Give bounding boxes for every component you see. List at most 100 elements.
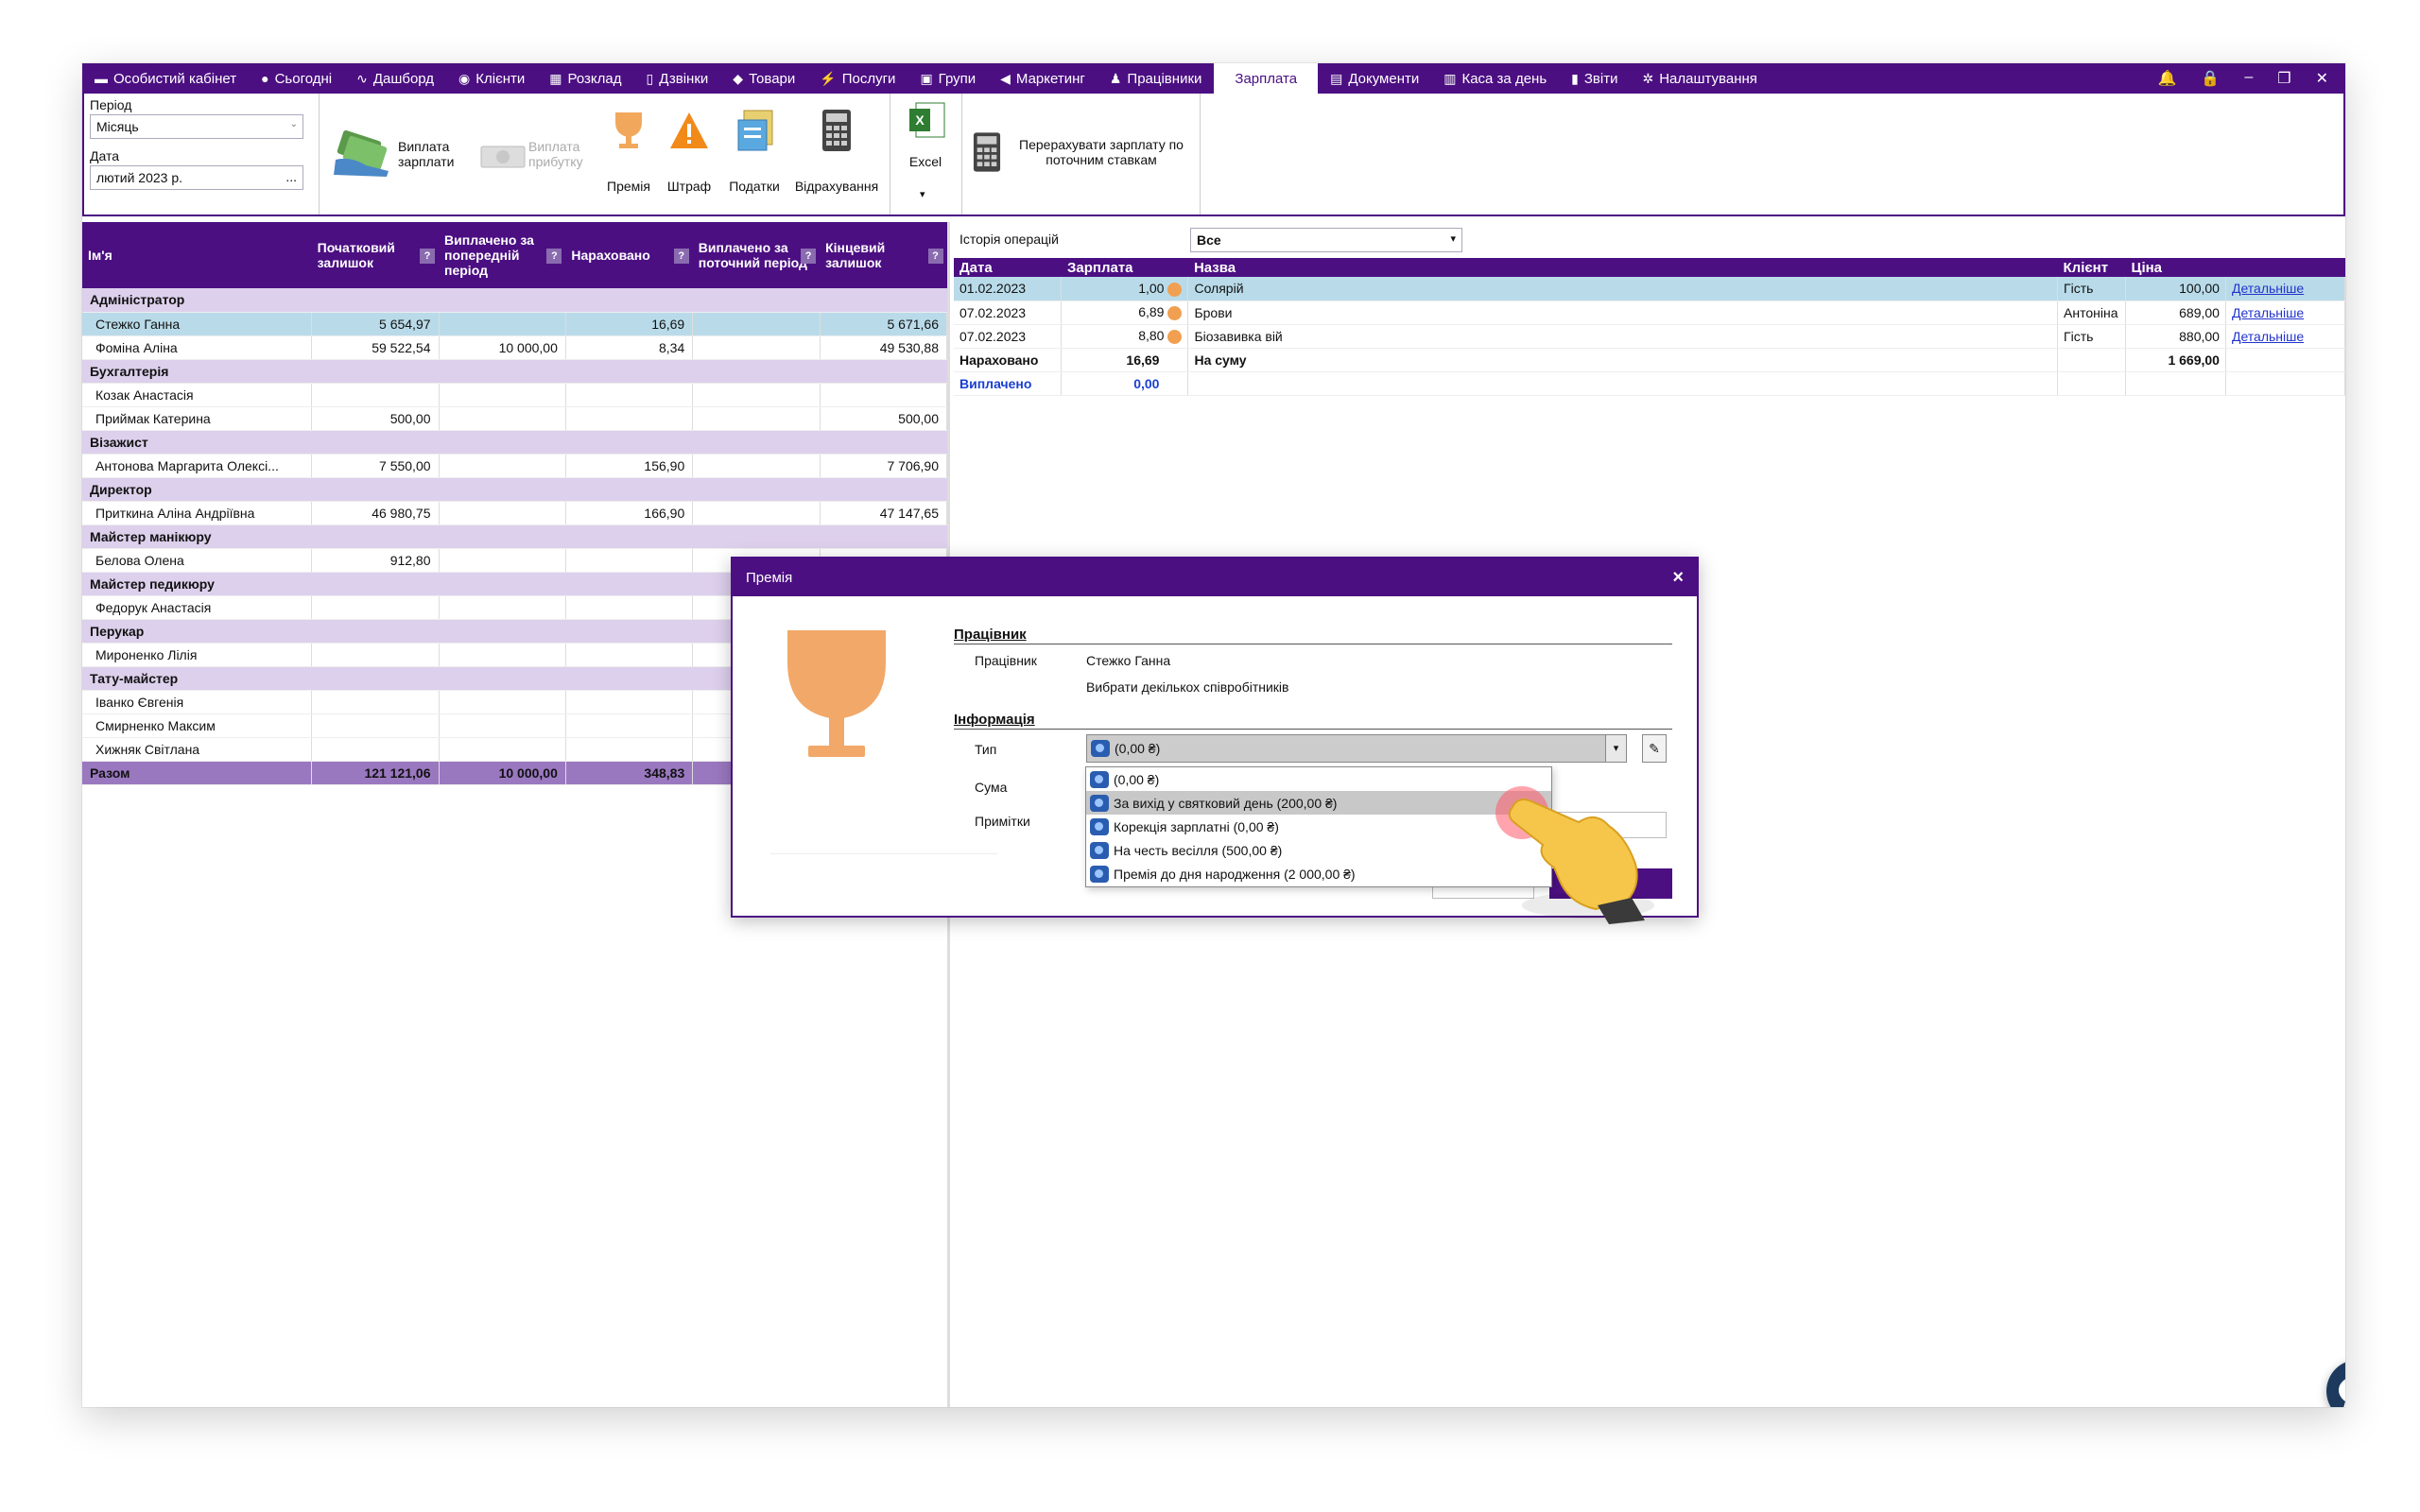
help-icon[interactable]: ?	[927, 249, 943, 264]
details-link[interactable]: Детальніше	[2232, 305, 2304, 320]
nav-item[interactable]: ▮ Звіти	[1559, 63, 1630, 94]
group-row[interactable]: Бухгалтерія	[82, 359, 947, 384]
nav-item[interactable]: ▣ Групи	[908, 63, 988, 94]
table-row[interactable]: Приймак Катерина 500,00 500,00	[82, 406, 948, 431]
cell-value	[311, 690, 440, 714]
nav-item[interactable]: ✲ Налаштування	[1630, 63, 1769, 94]
dropdown-option[interactable]: За вихід у святковий день (200,00 ₴)	[1086, 791, 1551, 815]
group-row[interactable]: Майстер манікюру	[82, 524, 947, 549]
period-select[interactable]: Місяць ⌄	[90, 114, 303, 139]
cell-value	[692, 406, 821, 431]
lock-icon[interactable]: 🔒	[2201, 69, 2220, 88]
column-header[interactable]: Виплачено за поточний період?	[692, 222, 821, 288]
column-header[interactable]: Назва	[1187, 258, 2058, 277]
column-header[interactable]: Зарплата	[1061, 258, 1188, 277]
excel-button[interactable]: X Excel ▾	[897, 99, 954, 211]
nav-item[interactable]: ● Сьогодні	[249, 63, 344, 94]
taxes-button[interactable]: Податки	[721, 103, 787, 207]
cell-value: 500,00	[311, 406, 440, 431]
deductions-button[interactable]: Відрахування	[789, 103, 884, 207]
bell-icon[interactable]: 🔔	[2158, 69, 2177, 88]
column-header[interactable]: Нараховано?	[565, 222, 693, 288]
nav-item[interactable]: ⚡ Послуги	[807, 63, 908, 94]
help-icon[interactable]: ?	[673, 249, 689, 264]
option-label: Премія до дня народження (2 000,00 ₴)	[1114, 866, 1356, 882]
choose-multiple-link[interactable]: Вибрати декількох співробітників	[1086, 679, 1288, 695]
table-row[interactable]: Козак Анастасія	[82, 383, 948, 407]
group-row[interactable]: Візажист	[82, 430, 947, 455]
history-row[interactable]: 01.02.2023 1,00 Солярій Гість 100,00 Детальні…	[954, 277, 2345, 301]
cell-value: 5 654,97	[311, 312, 440, 336]
type-value: (0,00 ₴)	[1115, 741, 1161, 756]
nav-item[interactable]: ▬ Особистий кабінет	[82, 63, 249, 94]
fine-label: Штраф	[666, 179, 712, 194]
dropdown-option[interactable]: Корекція зарплатні (0,00 ₴)	[1086, 815, 1551, 838]
type-select[interactable]: (0,00 ₴) ▾	[1086, 734, 1627, 763]
bonus-button[interactable]: Премія	[600, 103, 657, 207]
date-input[interactable]: лютий 2023 р....	[90, 165, 303, 190]
cell-value: 156,90	[565, 454, 694, 478]
group-row[interactable]: Директор	[82, 477, 947, 502]
nav-item[interactable]: ▯ Дзвінки	[634, 63, 721, 94]
sum-label: На суму	[1187, 348, 2059, 372]
nav-item[interactable]: ∿ Дашборд	[344, 63, 446, 94]
history-filter-select[interactable]: Все ▾	[1190, 228, 1462, 252]
cell-value: 10 000,00	[439, 761, 566, 785]
column-header[interactable]: Кінцевий залишок?	[820, 222, 947, 288]
empty-cell	[2057, 371, 2126, 396]
column-header[interactable]: Ім'я	[82, 222, 312, 288]
column-header[interactable]: Ціна	[2125, 258, 2226, 277]
dropdown-option[interactable]: (0,00 ₴)	[1086, 767, 1551, 791]
restore-icon[interactable]: ❐	[2277, 69, 2290, 88]
nav-item-label: Каса за день	[1461, 70, 1547, 87]
close-icon[interactable]: ✕	[2316, 69, 2328, 88]
dropdown-option[interactable]: Премія до дня народження (2 000,00 ₴)	[1086, 862, 1551, 885]
history-row[interactable]: 07.02.2023 6,89 Брови Антоніна 689,00 Детальн…	[954, 301, 2345, 325]
history-row[interactable]: 07.02.2023 8,80 Біозавивка вій Гість 880,00 Д…	[954, 324, 2345, 349]
details-link[interactable]: Детальніше	[2232, 281, 2304, 296]
help-icon[interactable]: ?	[420, 249, 436, 264]
divider	[770, 853, 997, 854]
employee-name: Фоміна Аліна	[82, 335, 313, 360]
table-row[interactable]: Приткина Аліна Андріївна 46 980,75 166,90 4…	[82, 501, 948, 525]
nav-item[interactable]: ♟ Працівники	[1098, 63, 1215, 94]
help-icon[interactable]: ?	[546, 249, 562, 264]
column-header[interactable]	[2225, 258, 2345, 277]
nav-item[interactable]: ▥ Каса за день	[1431, 63, 1559, 94]
column-header[interactable]: Клієнт	[2057, 258, 2126, 277]
cell-value	[565, 713, 694, 738]
date-picker-button[interactable]: ...	[285, 169, 297, 184]
fine-button[interactable]: Штраф	[661, 103, 717, 207]
close-icon[interactable]: ×	[1672, 567, 1684, 589]
pay-profit-button[interactable]: Виплата прибутку	[479, 114, 602, 190]
table-row[interactable]: Антонова Маргарита Олексі... 7 550,00 156,…	[82, 454, 948, 478]
column-header[interactable]: Виплачено за попередній період?	[439, 222, 566, 288]
column-header[interactable]: Дата	[954, 258, 1062, 277]
dropdown-option[interactable]: На честь весілля (500,00 ₴)	[1086, 838, 1551, 862]
edit-type-button[interactable]: ✎	[1642, 734, 1667, 763]
column-header-label: Виплачено за попередній період	[444, 232, 534, 278]
pay-salary-button[interactable]: Виплата зарплати	[332, 114, 464, 190]
nav-item[interactable]: ◉ Клієнти	[446, 63, 537, 94]
history-table-header: Дата Зарплата Назва Клієнт Ціна	[954, 258, 2345, 277]
chevron-down-icon[interactable]: ▾	[1605, 735, 1626, 762]
nav-item[interactable]: ▤ Документи	[1318, 63, 1431, 94]
table-row[interactable]: Фоміна Аліна 59 522,54 10 000,00 8,34 49 530…	[82, 335, 948, 360]
minimize-icon[interactable]: ‒	[2244, 69, 2253, 88]
empty-cell	[2057, 348, 2126, 372]
details-link[interactable]: Детальніше	[2232, 329, 2304, 344]
group-row[interactable]: Адміністратор	[82, 288, 947, 313]
chat-button[interactable]	[2326, 1360, 2345, 1407]
help-icon[interactable]: ?	[801, 249, 817, 264]
recalc-salary-button[interactable]: Перерахувати зарплату по поточним ставка…	[973, 131, 1200, 188]
column-header[interactable]: Початковий залишок?	[311, 222, 440, 288]
salary-cell: 6,89	[1061, 301, 1189, 325]
nav-item[interactable]: ◆ Товари	[720, 63, 807, 94]
nav-item[interactable]: ▦ Розклад	[537, 63, 633, 94]
nav-item[interactable]: ◀ Маркетинг	[988, 63, 1098, 94]
table-row[interactable]: Стежко Ганна 5 654,97 16,69 5 671,66	[82, 312, 948, 336]
nav-item[interactable]: Зарплата	[1214, 63, 1319, 94]
nav-item-label: Особистий кабінет	[113, 70, 237, 87]
salary-value: 1,00	[1138, 280, 1165, 296]
bonus-type-icon	[1090, 865, 1109, 883]
